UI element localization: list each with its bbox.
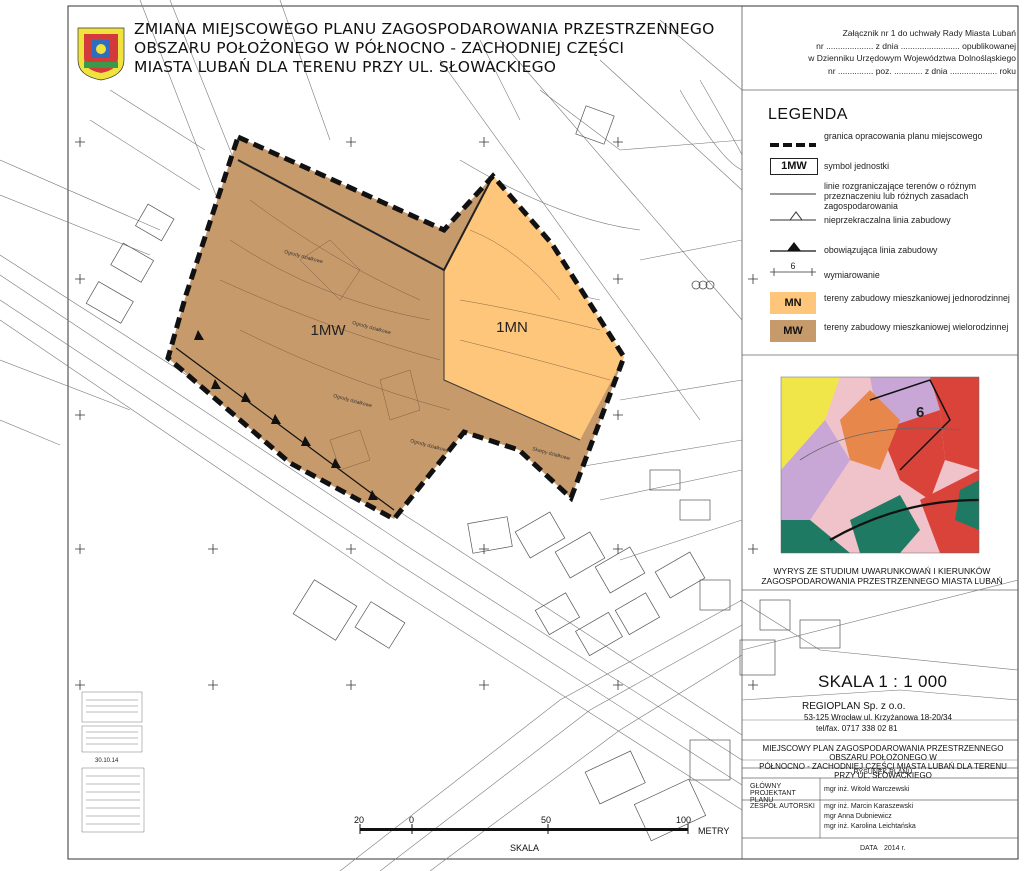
team-member: mgr Anna Dubniewicz	[824, 813, 892, 820]
legend-item-obligatory-building-line: obowiązująca linia zabudowy	[824, 245, 938, 255]
legend-item-unit-symbol: symbol jednostki	[824, 161, 890, 171]
attachment-line: w Dzienniku Urzędowym Województwa Dolnoś…	[808, 53, 1016, 63]
city-emblem-icon	[77, 27, 125, 81]
legend-title: LEGENDA	[768, 106, 848, 123]
legend-item-dividing-lines: linie rozgraniczające terenów o różnym p…	[824, 181, 977, 211]
scale-bar	[359, 824, 689, 834]
team-label: ZESPÓŁ AUTORSKI	[750, 803, 815, 810]
legend-mn-swatch: MN	[770, 292, 816, 314]
unit-label-1mn: 1MN	[496, 319, 528, 336]
team-member: mgr inż. Karolina Leichtańska	[824, 823, 916, 830]
attachment-line: Załącznik nr 1 do uchwały Rady Miasta Lu…	[842, 28, 1016, 38]
studium-caption-line: WYRYS ZE STUDIUM UWARUNKOWAŃ I KIERUNKÓW	[773, 566, 991, 576]
legend-item-mw: tereny zabudowy mieszkaniowej wielorodzi…	[824, 322, 1009, 332]
scale-text: SKALA 1 : 1 000	[818, 672, 948, 691]
date-value: 2014 r.	[884, 845, 906, 852]
legend-mw-swatch: MW	[770, 320, 816, 342]
scalebar-caption: SKALA	[510, 843, 540, 853]
scalebar-tick: 0	[409, 815, 415, 825]
attachment-line: nr ............... poz. ............ z d…	[827, 65, 1016, 76]
attachment-note: Załącznik nr 1 do uchwały Rady Miasta Lu…	[748, 27, 1016, 77]
attachment-line: nr .................... z dnia .........…	[816, 40, 1016, 51]
studium-inset[interactable]	[780, 376, 980, 554]
chief-designer-name: mgr inż. Witold Warczewski	[824, 786, 910, 793]
studium-caption: WYRYS ZE STUDIUM UWARUNKOWAŃ I KIERUNKÓW…	[748, 566, 1016, 586]
stamp-date: 30.10.14	[95, 758, 119, 764]
plan-title: ZMIANA MIEJSCOWEGO PLANU ZAGOSPODAROWANI…	[134, 20, 715, 77]
team-member: mgr inż. Marcin Karaszewski	[824, 803, 914, 810]
scalebar-tick: 100	[676, 815, 692, 825]
legend-item-max-building-line: nieprzekraczalna linia zabudowy	[824, 215, 951, 225]
legend-item-dimension: wymiarowanie	[824, 270, 880, 280]
company-name: REGIOPLAN Sp. z o.o.	[802, 701, 906, 712]
plan-title-line: MIASTA LUBAŃ DLA TERENU PRZY UL. SŁOWACK…	[134, 58, 557, 76]
legend-item-boundary: granica opracowania planu miejscowego	[824, 131, 983, 141]
date-label: DATA	[860, 845, 878, 852]
scalebar-tick: 50	[541, 815, 552, 825]
company-phone: tel/fax. 0717 338 02 81	[816, 724, 898, 733]
chief-designer-label: GŁÓWNY PROJEKTANT PLANU	[750, 783, 796, 804]
plan-title-line: ZMIANA MIEJSCOWEGO PLANU ZAGOSPODAROWANI…	[134, 20, 715, 38]
plan-title-line: OBSZARU POŁOŻONEGO W PÓŁNOCNO - ZACHODNI…	[134, 39, 625, 57]
sport-symbol	[691, 280, 715, 290]
legend-dimension-symbol: 6	[790, 261, 796, 271]
scalebar-unit: METRY	[698, 826, 730, 836]
legend-item-mn: tereny zabudowy mieszkaniowej jednorodzi…	[824, 293, 1010, 303]
drawing-title: RYSUNEK PLANU	[853, 769, 913, 776]
unit-label-1mw: 1MW	[311, 322, 347, 339]
project-description-line: MIEJSCOWY PLAN ZAGOSPODAROWANIA PRZESTRZ…	[762, 744, 1004, 762]
studium-caption-line: ZAGOSPODAROWANIA PRZESTRZENNEGO MIASTA L…	[761, 576, 1003, 586]
studium-label: 6	[916, 404, 924, 421]
company-address: 53-125 Wrocław ul. Krzyżanowa 18-20/34	[804, 713, 952, 722]
scalebar-tick: 20	[354, 815, 365, 825]
legend-unit-symbol: 1MW	[770, 158, 818, 175]
company-block: REGIOPLAN Sp. z o.o. 53-125 Wrocław ul. …	[802, 701, 952, 734]
